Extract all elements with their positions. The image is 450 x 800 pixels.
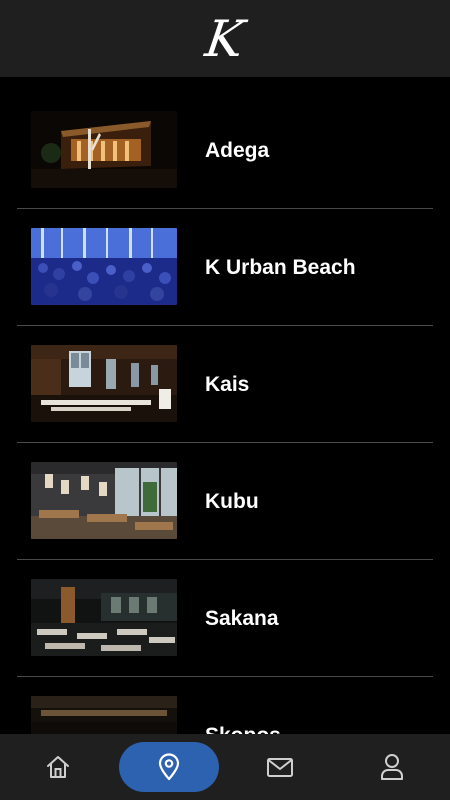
mail-icon [265,755,295,779]
user-icon [378,752,406,782]
k-logo[interactable]: K [202,10,248,68]
venue-name: Kubu [205,490,259,513]
venue-name: Skopos [205,724,281,734]
venue-list[interactable]: Adega K Urban Beach Kais Kubu Sakana [0,92,450,734]
home-icon [44,753,72,781]
app-header: K [0,0,450,77]
venue-thumbnail [31,228,177,305]
nav-messages-button[interactable] [235,734,325,800]
list-item-kais[interactable]: Kais [17,326,433,443]
list-item-skopos[interactable]: Skopos [17,677,433,734]
venue-thumbnail [31,696,177,734]
list-item-kubu[interactable]: Kubu [17,443,433,560]
venue-thumbnail [31,345,177,422]
active-nav-pill [119,742,219,792]
venue-name: Adega [205,139,270,162]
list-item-sakana[interactable]: Sakana [17,560,433,677]
venue-name: Kais [205,373,250,396]
location-pin-icon [156,753,182,781]
list-item-k-urban-beach[interactable]: K Urban Beach [17,209,433,326]
venue-name: K Urban Beach [205,256,356,279]
list-item-adega[interactable]: Adega [17,92,433,209]
nav-locations-button[interactable] [119,734,219,800]
venue-name: Sakana [205,607,279,630]
venue-thumbnail [31,579,177,656]
nav-home-button[interactable] [13,734,103,800]
venue-thumbnail [31,462,177,539]
bottom-nav [0,734,450,800]
nav-profile-button[interactable] [347,734,437,800]
venue-thumbnail [31,111,177,188]
